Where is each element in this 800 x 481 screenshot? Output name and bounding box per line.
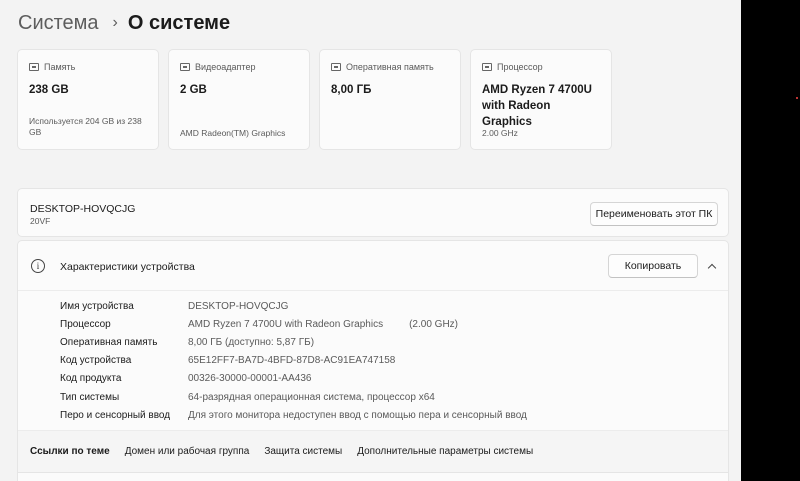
storage-card[interactable]: Память 238 GB Используется 204 GB из 238… — [17, 49, 159, 150]
spec-row: Имя устройства DESKTOP-HOVQCJG — [60, 297, 527, 315]
memory-card[interactable]: Оперативная память 8,00 ГБ — [319, 49, 461, 150]
processor-card[interactable]: Процессор AMD Ryzen 7 4700U with Radeon … — [470, 49, 612, 150]
device-specifications-panel: i Характеристики устройства Копировать И… — [17, 240, 729, 472]
card-label: Память — [44, 62, 76, 72]
spec-label: Имя устройства — [60, 300, 134, 312]
spec-row: Перо и сенсорный ввод Для этого монитора… — [60, 406, 527, 424]
spec-label: Код устройства — [60, 355, 132, 367]
spec-value: 00326-30000-00001-AA436 — [188, 373, 312, 385]
cursor-dot — [796, 97, 798, 99]
rename-pc-button[interactable]: Переименовать этот ПК — [590, 202, 718, 226]
spec-label: Код продукта — [60, 373, 122, 385]
copy-button[interactable]: Копировать — [608, 254, 698, 278]
spec-label: Перо и сенсорный ввод — [60, 409, 171, 421]
breadcrumb-system-link[interactable]: Система — [18, 9, 99, 37]
info-icon: i — [31, 259, 45, 273]
spec-extra: (2.00 GHz) — [409, 318, 458, 330]
card-subtext: 2.00 GHz — [482, 128, 518, 138]
next-section-edge — [17, 472, 729, 481]
processor-icon — [482, 63, 492, 71]
spec-label: Оперативная память — [60, 336, 158, 348]
spec-row: Процессор AMD Ryzen 7 4700U with Radeon … — [60, 315, 527, 333]
pc-model: 20VF — [30, 216, 51, 226]
chevron-up-icon[interactable] — [707, 259, 717, 273]
card-subtext: AMD Radeon(TM) Graphics — [180, 128, 286, 138]
card-value: AMD Ryzen 7 4700U with Radeon Graphics — [482, 84, 592, 128]
system-protection-link[interactable]: Защита системы — [264, 446, 342, 457]
spec-label: Тип системы — [60, 391, 120, 403]
spec-row: Код устройства 65E12FF7-BA7D-4BFD-87D8-A… — [60, 352, 527, 370]
card-label: Видеоадаптер — [195, 62, 256, 72]
card-value: 2 GB — [180, 84, 207, 96]
spec-table: Имя устройства DESKTOP-HOVQCJG Процессор… — [60, 297, 527, 424]
spec-row: Тип системы 64-разрядная операционная си… — [60, 388, 527, 406]
device-specifications-header[interactable]: i Характеристики устройства Копировать — [18, 241, 728, 291]
advanced-system-settings-link[interactable]: Дополнительные параметры системы — [357, 446, 533, 457]
related-links-bar: Ссылки по теме Домен или рабочая группа … — [18, 430, 728, 472]
memory-icon — [331, 63, 341, 71]
card-label: Оперативная память — [346, 62, 434, 72]
card-label: Процессор — [497, 62, 543, 72]
spec-value: Для этого монитора недоступен ввод с пом… — [188, 409, 527, 421]
settings-page: Система › О системе Память 238 GB Исполь… — [0, 0, 741, 481]
related-links-title: Ссылки по теме — [30, 446, 110, 457]
spec-value: 64-разрядная операционная система, проце… — [188, 391, 435, 403]
spec-value: 65E12FF7-BA7D-4BFD-87D8-AC91EA747158 — [188, 355, 396, 367]
spec-row: Код продукта 00326-30000-00001-AA436 — [60, 370, 527, 388]
page-title: О системе — [127, 12, 231, 34]
spec-value: 8,00 ГБ (доступно: 5,87 ГБ) — [188, 336, 315, 348]
breadcrumb: Система › О системе — [18, 9, 230, 37]
spec-value: AMD Ryzen 7 4700U with Radeon Graphics — [188, 318, 384, 330]
spec-row: Оперативная память 8,00 ГБ (доступно: 5,… — [60, 333, 527, 351]
section-title: Характеристики устройства — [60, 261, 195, 273]
storage-icon — [29, 63, 39, 71]
pc-name-row: DESKTOP-HOVQCJG 20VF Переименовать этот … — [17, 188, 729, 237]
card-value: 8,00 ГБ — [331, 84, 372, 96]
card-subtext: Используется 204 GB из 238 GB — [29, 116, 142, 137]
spec-value: DESKTOP-HOVQCJG — [188, 300, 289, 312]
display-adapter-icon — [180, 63, 190, 71]
display-adapter-card[interactable]: Видеоадаптер 2 GB AMD Radeon(TM) Graphic… — [168, 49, 310, 150]
pc-name: DESKTOP-HOVQCJG — [30, 203, 136, 215]
spec-label: Процессор — [60, 318, 111, 330]
chevron-right-icon: › — [112, 14, 118, 31]
card-value: 238 GB — [29, 84, 69, 96]
domain-workgroup-link[interactable]: Домен или рабочая группа — [125, 446, 250, 457]
